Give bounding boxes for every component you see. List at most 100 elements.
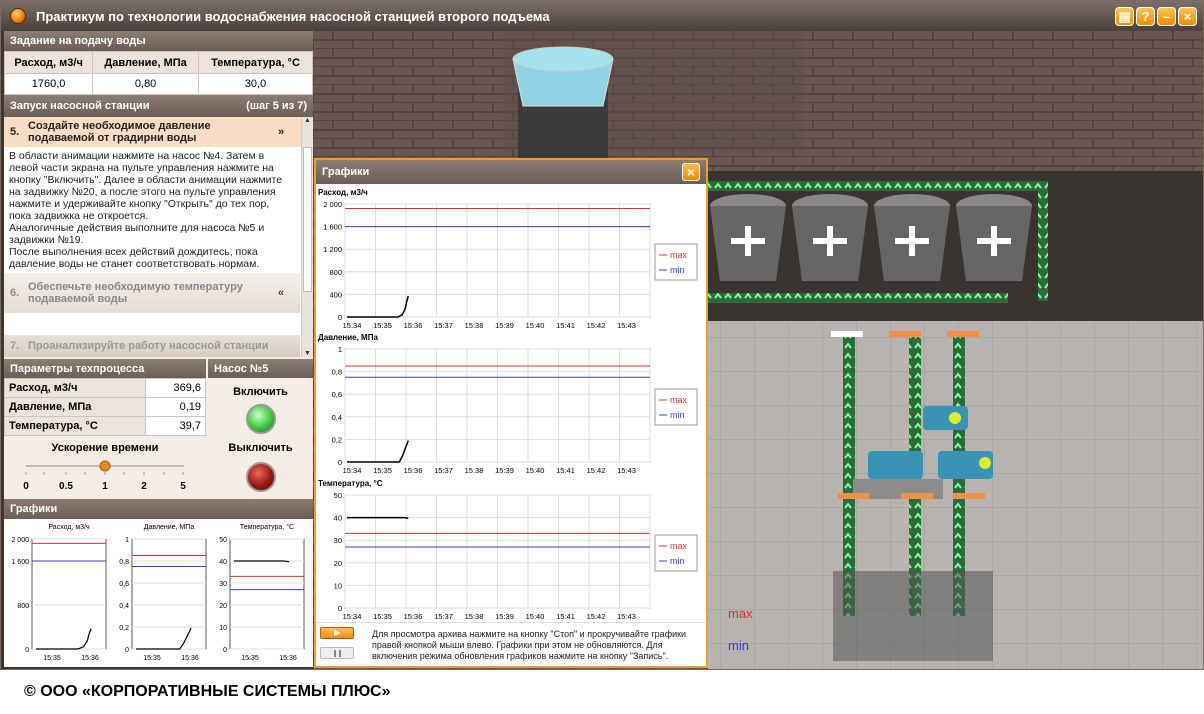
mini-x-tick: 15:35 [143,655,161,662]
mini-graphs-svg: Расход, м3/ч 0 800 1 600 2 000 15:35 15:36 Давл… [11,523,305,662]
legend-max-label: max [670,250,688,260]
pump-on-button[interactable] [245,404,276,434]
step-5[interactable]: 5. Создайте необходимое давление подавае… [4,117,313,147]
step-5-description: В области анимации нажмите на насос №4. … [9,150,283,270]
y-tick-label: 0,2 [332,435,342,444]
y-tick-label: 400 [329,290,342,299]
y-tick-label: 0 [338,604,342,613]
task-header: Задание на подачу воды [4,31,313,51]
scroll-thumb[interactable] [303,147,312,292]
temperature-value: 39,7 [145,416,206,436]
pump-off-label: Выключить [228,442,293,454]
mini-x-tick: 15:35 [43,655,61,662]
graphs-footer: Для просмотра архива нажмите на кнопку "… [316,622,706,666]
pause-icon [334,650,341,657]
acceleration-slider[interactable]: 0 0.5 1 2 5 [4,454,206,494]
y-tick-label: 50 [334,491,342,500]
task-pressure-value: 0,80 [92,73,199,95]
x-tick-label: 15:38 [465,466,484,475]
x-tick-label: 15:39 [495,466,514,475]
x-tick-label: 15:34 [343,612,362,621]
task-temperature-value: 30,0 [198,73,313,95]
mini-x-tick: 15:36 [181,655,199,662]
chart-title: Температура, °С [318,479,383,488]
scroll-down-icon[interactable]: ▼ [302,350,313,357]
mini-y-tick: 0,2 [119,625,129,632]
mini-graphs: Графики Расход, м3/ч 0 800 1 600 2 000 15:35 1… [4,499,313,667]
x-tick-label: 15:41 [556,466,575,475]
x-tick-label: 15:37 [434,321,453,330]
mini-y-tick: 0 [223,647,227,654]
y-tick-label: 10 [334,581,342,590]
mini-y-tick: 30 [219,581,227,588]
x-tick-label: 15:40 [526,321,545,330]
mini-chart-frame [31,538,107,650]
mini-x-tick: 15:35 [241,655,259,662]
x-tick-label: 15:36 [404,321,423,330]
mini-chart-title: Температура, °С [240,523,294,531]
step-7[interactable]: 7. Проанализируйте работу насосной станц… [4,335,300,357]
window-title: Практикум по технологии водоснабжения на… [36,8,550,24]
x-tick-label: 15:34 [343,321,362,330]
x-tick-label: 15:42 [587,321,606,330]
svg-text:0.5: 0.5 [59,481,73,492]
x-tick-label: 15:36 [404,612,423,621]
minimize-button[interactable]: – [1157,7,1176,26]
y-tick-label: 1 600 [323,223,342,232]
chart-title: Давление, МПа [318,333,378,342]
mini-y-tick: 0,8 [119,559,129,566]
pump-off-button[interactable] [245,462,276,492]
task-header-flow: Расход, м3/ч [3,51,94,74]
steps-list: 5. Создайте необходимое давление подавае… [4,117,313,357]
copyright: © ООО «КОРПОРАТИВНЫЕ СИСТЕМЫ ПЛЮС» [24,683,391,700]
graphs-hint: Для просмотра архива нажмите на кнопку "… [372,629,687,661]
params-table: Расход, м3/ч 369,6 Давление, МПа 0,19 Темп… [4,378,206,436]
x-tick-label: 15:43 [617,466,636,475]
y-tick-label: 0 [338,458,342,467]
legend-min-label: min [670,556,685,566]
help-button[interactable]: ? [1136,7,1155,26]
x-tick-label: 15:42 [587,466,606,475]
y-tick-label: 30 [334,536,342,545]
y-tick-label: 0,8 [332,368,342,377]
mini-y-tick: 800 [17,603,29,610]
y-tick-label: 0 [338,313,342,322]
process-params: Параметры техпроцесса Расход, м3/ч 369,6 … [4,359,206,436]
mini-y-tick: 0 [25,647,29,654]
graphs-close-button[interactable]: × [682,163,700,181]
app-logo-icon [10,8,26,24]
flow-value: 369,6 [145,378,206,398]
title-bar: Практикум по технологии водоснабжения на… [1,1,1203,31]
mini-y-tick: 50 [219,537,227,544]
graphs-window: Графики × Расход, м3/ч 0 400 800 1 200 1 600 2… [314,158,708,668]
x-tick-label: 15:38 [465,321,484,330]
mini-y-tick: 10 [219,625,227,632]
step-counter: (шаг 5 из 7) [246,100,307,112]
scroll-up-icon[interactable]: ▲ [302,117,313,124]
close-button[interactable]: × [1178,7,1197,26]
app-window: Практикум по технологии водоснабжения на… [0,0,1204,670]
x-tick-label: 15:41 [556,321,575,330]
pump-control: Насос №5 Включить Выключить [208,359,313,497]
slider-thumb[interactable] [99,460,111,472]
expand-icon[interactable]: « [278,287,284,299]
scene-legend-min: min [728,638,749,653]
y-tick-label: 800 [329,268,342,277]
step-6[interactable]: 6. Обеспечьте необходимую температуру по… [4,273,300,313]
task-table: Расход, м3/ч Давление, МПа Температура, … [3,51,313,95]
x-tick-label: 15:37 [434,466,453,475]
collapse-icon[interactable]: » [278,126,284,138]
mini-y-tick: 40 [219,559,227,566]
mini-x-tick: 15:36 [81,655,99,662]
x-tick-label: 15:39 [495,612,514,621]
stop-button[interactable] [320,647,354,659]
manual-button[interactable]: ▤ [1115,7,1134,26]
legend-min-label: min [670,265,685,275]
svg-text:2: 2 [141,481,147,492]
task-header-pressure: Давление, МПа [92,51,199,74]
mini-chart-title: Расход, м3/ч [48,524,90,531]
record-button[interactable] [320,627,354,639]
value-line [347,516,409,520]
task-header-temperature: Температура, °С [198,51,313,74]
steps-scrollbar[interactable]: ▲ ▼ [301,117,313,357]
